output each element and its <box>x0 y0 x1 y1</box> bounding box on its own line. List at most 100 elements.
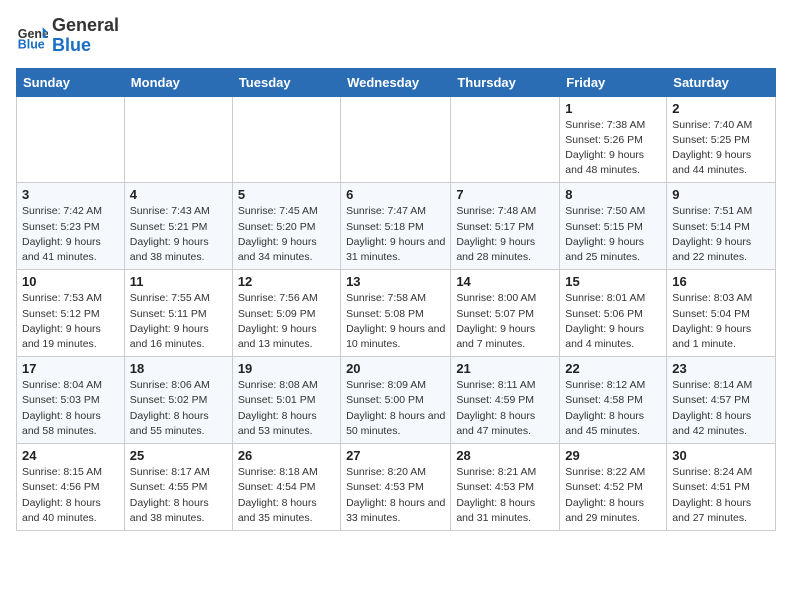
day-info: Sunrise: 7:51 AM Sunset: 5:14 PM Dayligh… <box>672 204 770 265</box>
calendar-cell: 16 Sunrise: 8:03 AM Sunset: 5:04 PM Dayli… <box>667 270 776 357</box>
calendar-cell: 4Sunrise: 7:43 AM Sunset: 5:21 PM Daylig… <box>124 183 232 270</box>
weekday-header-monday: Monday <box>124 68 232 96</box>
day-number: 19 <box>238 361 335 376</box>
weekday-header-wednesday: Wednesday <box>341 68 451 96</box>
day-number: 1 <box>565 101 661 116</box>
calendar-cell: 15 Sunrise: 8:01 AM Sunset: 5:06 PM Dayli… <box>560 270 667 357</box>
day-info: Sunrise: 7:56 AM Sunset: 5:09 PM Dayligh… <box>238 291 335 352</box>
day-number: 3 <box>22 187 119 202</box>
calendar-cell: 17 Sunrise: 8:04 AM Sunset: 5:03 PM Dayli… <box>17 357 125 444</box>
weekday-header-tuesday: Tuesday <box>232 68 340 96</box>
day-number: 25 <box>130 448 227 463</box>
logo-text: General Blue <box>52 16 119 56</box>
day-info: Sunrise: 8:12 AM Sunset: 4:58 PM Dayligh… <box>565 378 661 439</box>
day-number: 29 <box>565 448 661 463</box>
calendar-cell: 9 Sunrise: 7:51 AM Sunset: 5:14 PM Daylig… <box>667 183 776 270</box>
calendar-cell: 3 Sunrise: 7:42 AM Sunset: 5:23 PM Daylig… <box>17 183 125 270</box>
day-number: 11 <box>130 274 227 289</box>
logo: General Blue General Blue <box>16 16 119 56</box>
day-number: 5 <box>238 187 335 202</box>
calendar-cell: 2Sunrise: 7:40 AM Sunset: 5:25 PM Daylig… <box>667 96 776 183</box>
day-number: 20 <box>346 361 445 376</box>
calendar-cell: 22 Sunrise: 8:12 AM Sunset: 4:58 PM Dayli… <box>560 357 667 444</box>
day-info: Sunrise: 8:22 AM Sunset: 4:52 PM Dayligh… <box>565 465 661 526</box>
calendar-cell: 7 Sunrise: 7:48 AM Sunset: 5:17 PM Daylig… <box>451 183 560 270</box>
day-number: 14 <box>456 274 554 289</box>
svg-text:Blue: Blue <box>18 37 45 51</box>
calendar-cell <box>124 96 232 183</box>
calendar-cell <box>451 96 560 183</box>
calendar-cell: 24 Sunrise: 8:15 AM Sunset: 4:56 PM Dayli… <box>17 444 125 531</box>
day-info: Sunrise: 8:15 AM Sunset: 4:56 PM Dayligh… <box>22 465 119 526</box>
calendar-table: SundayMondayTuesdayWednesdayThursdayFrid… <box>16 68 776 531</box>
day-info: Sunrise: 7:53 AM Sunset: 5:12 PM Dayligh… <box>22 291 119 352</box>
day-info: Sunrise: 8:03 AM Sunset: 5:04 PM Dayligh… <box>672 291 770 352</box>
calendar-cell: 12 Sunrise: 7:56 AM Sunset: 5:09 PM Dayli… <box>232 270 340 357</box>
weekday-header-saturday: Saturday <box>667 68 776 96</box>
calendar-cell: 30 Sunrise: 8:24 AM Sunset: 4:51 PM Dayli… <box>667 444 776 531</box>
day-number: 12 <box>238 274 335 289</box>
day-number: 23 <box>672 361 770 376</box>
day-info: Sunrise: 7:45 AM Sunset: 5:20 PM Dayligh… <box>238 204 335 265</box>
calendar-cell: 18Sunrise: 8:06 AM Sunset: 5:02 PM Dayli… <box>124 357 232 444</box>
day-number: 24 <box>22 448 119 463</box>
calendar-cell: 5 Sunrise: 7:45 AM Sunset: 5:20 PM Daylig… <box>232 183 340 270</box>
day-info: Sunrise: 8:14 AM Sunset: 4:57 PM Dayligh… <box>672 378 770 439</box>
calendar-cell: 20 Sunrise: 8:09 AM Sunset: 5:00 PM Dayli… <box>341 357 451 444</box>
day-number: 10 <box>22 274 119 289</box>
weekday-header-thursday: Thursday <box>451 68 560 96</box>
day-info: Sunrise: 7:55 AM Sunset: 5:11 PM Dayligh… <box>130 291 227 352</box>
day-number: 26 <box>238 448 335 463</box>
calendar-row-4: 24 Sunrise: 8:15 AM Sunset: 4:56 PM Dayli… <box>17 444 776 531</box>
calendar-cell: 25 Sunrise: 8:17 AM Sunset: 4:55 PM Dayli… <box>124 444 232 531</box>
calendar-row-2: 10 Sunrise: 7:53 AM Sunset: 5:12 PM Dayli… <box>17 270 776 357</box>
day-info: Sunrise: 8:09 AM Sunset: 5:00 PM Dayligh… <box>346 378 445 439</box>
day-number: 9 <box>672 187 770 202</box>
day-info: Sunrise: 7:58 AM Sunset: 5:08 PM Dayligh… <box>346 291 445 352</box>
day-number: 13 <box>346 274 445 289</box>
calendar-row-0: 1Sunrise: 7:38 AM Sunset: 5:26 PM Daylig… <box>17 96 776 183</box>
day-number: 27 <box>346 448 445 463</box>
calendar-cell: 26 Sunrise: 8:18 AM Sunset: 4:54 PM Dayli… <box>232 444 340 531</box>
day-number: 7 <box>456 187 554 202</box>
calendar-cell: 21 Sunrise: 8:11 AM Sunset: 4:59 PM Dayli… <box>451 357 560 444</box>
weekday-header-friday: Friday <box>560 68 667 96</box>
day-number: 16 <box>672 274 770 289</box>
calendar-cell: 28Sunrise: 8:21 AM Sunset: 4:53 PM Dayli… <box>451 444 560 531</box>
day-number: 6 <box>346 187 445 202</box>
day-info: Sunrise: 8:04 AM Sunset: 5:03 PM Dayligh… <box>22 378 119 439</box>
calendar-cell: 6Sunrise: 7:47 AM Sunset: 5:18 PM Daylig… <box>341 183 451 270</box>
calendar-cell: 14 Sunrise: 8:00 AM Sunset: 5:07 PM Dayli… <box>451 270 560 357</box>
calendar-cell: 23 Sunrise: 8:14 AM Sunset: 4:57 PM Dayli… <box>667 357 776 444</box>
calendar-cell: 27 Sunrise: 8:20 AM Sunset: 4:53 PM Dayli… <box>341 444 451 531</box>
calendar-row-1: 3 Sunrise: 7:42 AM Sunset: 5:23 PM Daylig… <box>17 183 776 270</box>
day-info: Sunrise: 8:00 AM Sunset: 5:07 PM Dayligh… <box>456 291 554 352</box>
day-number: 30 <box>672 448 770 463</box>
day-info: Sunrise: 7:50 AM Sunset: 5:15 PM Dayligh… <box>565 204 661 265</box>
day-number: 15 <box>565 274 661 289</box>
day-info: Sunrise: 8:17 AM Sunset: 4:55 PM Dayligh… <box>130 465 227 526</box>
calendar-cell: 11 Sunrise: 7:55 AM Sunset: 5:11 PM Dayli… <box>124 270 232 357</box>
day-number: 21 <box>456 361 554 376</box>
day-info: Sunrise: 8:20 AM Sunset: 4:53 PM Dayligh… <box>346 465 445 526</box>
calendar-cell: 8Sunrise: 7:50 AM Sunset: 5:15 PM Daylig… <box>560 183 667 270</box>
weekday-header-row: SundayMondayTuesdayWednesdayThursdayFrid… <box>17 68 776 96</box>
calendar-cell: 19Sunrise: 8:08 AM Sunset: 5:01 PM Dayli… <box>232 357 340 444</box>
day-number: 22 <box>565 361 661 376</box>
day-info: Sunrise: 7:40 AM Sunset: 5:25 PM Dayligh… <box>672 118 770 179</box>
day-info: Sunrise: 8:01 AM Sunset: 5:06 PM Dayligh… <box>565 291 661 352</box>
day-info: Sunrise: 8:06 AM Sunset: 5:02 PM Dayligh… <box>130 378 227 439</box>
day-info: Sunrise: 8:11 AM Sunset: 4:59 PM Dayligh… <box>456 378 554 439</box>
day-info: Sunrise: 7:42 AM Sunset: 5:23 PM Dayligh… <box>22 204 119 265</box>
calendar-cell: 13 Sunrise: 7:58 AM Sunset: 5:08 PM Dayli… <box>341 270 451 357</box>
weekday-header-sunday: Sunday <box>17 68 125 96</box>
day-info: Sunrise: 7:48 AM Sunset: 5:17 PM Dayligh… <box>456 204 554 265</box>
day-number: 17 <box>22 361 119 376</box>
page-header: General Blue General Blue <box>16 16 776 56</box>
calendar-row-3: 17 Sunrise: 8:04 AM Sunset: 5:03 PM Dayli… <box>17 357 776 444</box>
logo-icon: General Blue <box>16 20 48 52</box>
day-info: Sunrise: 8:24 AM Sunset: 4:51 PM Dayligh… <box>672 465 770 526</box>
calendar-cell <box>232 96 340 183</box>
calendar-cell: 1Sunrise: 7:38 AM Sunset: 5:26 PM Daylig… <box>560 96 667 183</box>
day-info: Sunrise: 8:18 AM Sunset: 4:54 PM Dayligh… <box>238 465 335 526</box>
